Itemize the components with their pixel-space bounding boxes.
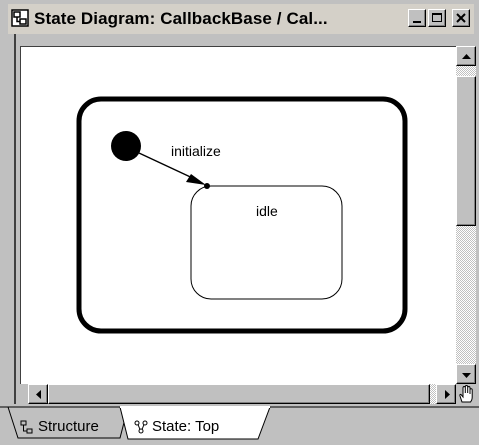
state-diagram-app-icon[interactable] xyxy=(11,9,29,27)
title-bar[interactable]: State Diagram: CallbackBase / Cal... xyxy=(8,4,474,34)
tab-structure[interactable]: Structure xyxy=(20,416,99,438)
diagram-frame: initialize idle xyxy=(8,34,476,404)
arrow-up-icon xyxy=(462,54,471,59)
state-diagram-icon xyxy=(134,420,148,434)
frame-border xyxy=(8,34,16,404)
arrow-right-icon xyxy=(445,390,450,399)
minimize-icon xyxy=(413,21,421,23)
state-label[interactable]: idle xyxy=(256,203,278,219)
structure-icon xyxy=(20,420,33,434)
close-icon xyxy=(456,13,466,23)
arrow-down-icon xyxy=(462,373,471,378)
scroll-down-button[interactable] xyxy=(456,364,476,384)
window-title: State Diagram: CallbackBase / Cal... xyxy=(34,9,328,28)
tab-bar: Structure State: Top xyxy=(0,406,479,445)
maximize-icon xyxy=(432,13,442,22)
arrow-left-icon xyxy=(36,390,41,399)
diagram-canvas[interactable]: initialize idle xyxy=(20,46,456,384)
transition-label[interactable]: initialize xyxy=(171,143,221,159)
vertical-scrollbar[interactable] xyxy=(456,46,476,384)
horizontal-scroll-thumb[interactable] xyxy=(48,384,430,404)
vertical-scroll-thumb[interactable] xyxy=(456,76,476,226)
minimize-button[interactable] xyxy=(408,9,426,27)
initial-pseudostate[interactable] xyxy=(111,131,141,161)
scroll-right-button[interactable] xyxy=(436,384,456,404)
scroll-up-button[interactable] xyxy=(456,46,476,66)
horizontal-scrollbar[interactable] xyxy=(28,384,456,404)
tab-structure-label: Structure xyxy=(38,418,99,435)
transition-endpoint xyxy=(204,183,210,189)
tab-state-top[interactable]: State: Top xyxy=(134,416,219,438)
scroll-left-button[interactable] xyxy=(28,384,48,404)
maximize-button[interactable] xyxy=(428,9,446,27)
state-diagram-window: State Diagram: CallbackBase / Cal... ini… xyxy=(0,0,479,445)
close-button[interactable] xyxy=(452,9,470,27)
hand-icon xyxy=(459,384,473,403)
tab-state-top-label: State: Top xyxy=(152,418,220,435)
pan-hand-button[interactable] xyxy=(456,384,476,404)
